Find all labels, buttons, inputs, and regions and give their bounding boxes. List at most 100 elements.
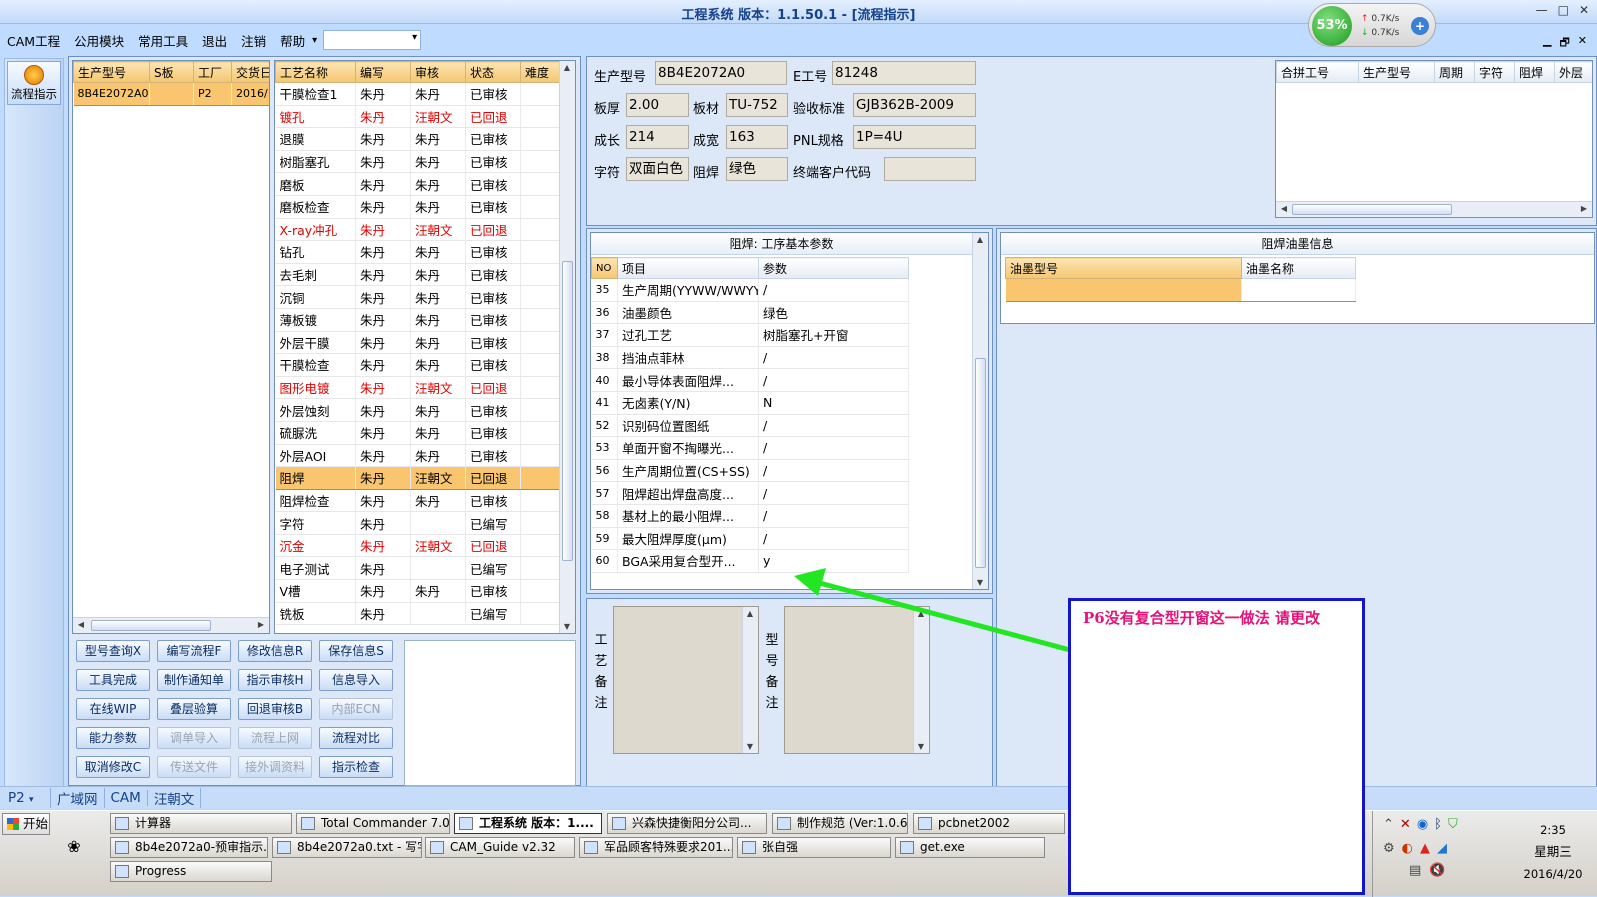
menu-logout[interactable]: 注销: [234, 31, 273, 50]
orders-col-model[interactable]: 生产型号: [73, 61, 150, 83]
menu-public-modules[interactable]: 公用模块: [67, 31, 131, 50]
combined-order-grid[interactable]: 合拼工号 生产型号 周期 字符 阻焊 外层 ◀ ▶: [1275, 60, 1593, 218]
tray-expand-icon[interactable]: ⌃: [1383, 817, 1394, 832]
orders-col-delivery[interactable]: 交货日: [231, 61, 269, 83]
table-row[interactable]: 41 无卤素(Y/N) N: [591, 391, 909, 415]
table-row[interactable]: 退膜 朱丹 朱丹 已审核: [275, 127, 560, 151]
mdi-minimize-button[interactable]: ▁: [1543, 34, 1551, 53]
action-button-12[interactable]: 能力参数: [76, 727, 150, 749]
tray-gear-icon[interactable]: ⚙: [1383, 841, 1395, 856]
tray-app-icon[interactable]: ◐: [1402, 841, 1413, 856]
length-field[interactable]: 214: [626, 125, 689, 149]
taskbar-item[interactable]: 兴森快捷衡阳分公司...: [607, 813, 767, 834]
table-row[interactable]: 40 最小导体表面阻焊... /: [591, 368, 909, 392]
table-row[interactable]: V槽 朱丹 朱丹 已审核: [275, 579, 560, 603]
action-button-4[interactable]: 工具完成: [76, 669, 150, 691]
table-row[interactable]: 外层蚀刻 朱丹 朱丹 已审核: [275, 398, 560, 422]
combined-col-1[interactable]: 生产型号: [1358, 61, 1435, 83]
thickness-field[interactable]: 2.00: [626, 93, 689, 117]
table-row[interactable]: 电子测试 朱丹 已编写: [275, 556, 560, 581]
orders-col-s-board[interactable]: S板: [149, 61, 194, 83]
scroll-down-icon[interactable]: ▼: [560, 622, 574, 631]
taskbar-item[interactable]: Total Commander 7.0 ...: [296, 813, 450, 834]
process-grid[interactable]: 工艺名称 编写 审核 状态 难度 干膜检查1 朱丹 朱丹 已审核 镀孔 朱丹 汪朝文 已回退退…: [274, 60, 576, 634]
tray-alert-icon[interactable]: ▲: [1420, 841, 1430, 856]
action-button-13[interactable]: 调单导入: [157, 727, 231, 749]
mdi-restore-button[interactable]: 🗗: [1559, 34, 1569, 53]
table-row[interactable]: 磨板检查 朱丹 朱丹 已审核: [275, 195, 560, 219]
maximize-button[interactable]: □: [1558, 3, 1569, 17]
action-button-2[interactable]: 修改信息R: [238, 640, 312, 662]
taskbar-item[interactable]: 工程系统 版本：1....: [454, 813, 602, 834]
table-row[interactable]: 56 生产周期位置(CS+SS) /: [591, 459, 909, 483]
acceptance-std-field[interactable]: GJB362B-2009: [853, 93, 976, 117]
taskbar-item[interactable]: 计算器: [110, 813, 292, 834]
table-row[interactable]: 37 过孔工艺 树脂塞孔+开窗: [591, 323, 909, 347]
table-row[interactable]: 树脂塞孔 朱丹 朱丹 已审核: [275, 150, 560, 174]
silkscreen-field[interactable]: 双面白色: [626, 157, 689, 181]
chevron-down-icon[interactable]: ▾: [29, 795, 34, 805]
ink-panel[interactable]: 阻焊油墨信息 油墨型号 油墨名称: [1000, 232, 1595, 324]
table-row[interactable]: 沉金 朱丹 汪朝文 已回退: [275, 534, 560, 558]
combined-col-5[interactable]: 外层: [1554, 61, 1592, 83]
scroll-right-icon[interactable]: ▶: [1577, 204, 1591, 213]
table-row[interactable]: 8B4E2072A0 P2 2016/: [73, 82, 269, 106]
action-button-14[interactable]: 流程上网: [238, 727, 312, 749]
table-row[interactable]: 干膜检查 朱丹 朱丹 已审核: [275, 353, 560, 377]
params-panel[interactable]: 阻焊: 工序基本参数 NO 项目 参数 35 生产周期(YYWW/WWYY)/36…: [590, 232, 989, 590]
tray-printer-icon[interactable]: ▤: [1409, 863, 1421, 878]
mdi-close-button[interactable]: ✕: [1578, 34, 1587, 53]
scroll-up-icon[interactable]: ▲: [743, 609, 757, 618]
tab-user[interactable]: 汪朝文: [148, 787, 202, 808]
ink-col-name[interactable]: 油墨名称: [1241, 257, 1356, 279]
action-button-0[interactable]: 型号查询X: [76, 640, 150, 662]
orders-grid[interactable]: 生产型号 S板 工厂 交货日 8B4E2072A0 P2 2016/ ◀ ▶: [72, 60, 270, 634]
action-button-15[interactable]: 流程对比: [319, 727, 393, 749]
params-vscroll-thumb[interactable]: [975, 358, 986, 568]
combined-col-0[interactable]: 合拼工号: [1276, 61, 1359, 83]
process-col-status[interactable]: 状态: [465, 61, 521, 83]
material-field[interactable]: TU-752: [726, 93, 788, 117]
tray-network-icon[interactable]: ◉: [1417, 817, 1428, 832]
table-row[interactable]: 外层AOI 朱丹 朱丹 已审核: [275, 444, 560, 468]
combined-hscroll-thumb[interactable]: [1292, 204, 1452, 215]
action-button-3[interactable]: 保存信息S: [319, 640, 393, 662]
scroll-up-icon[interactable]: ▲: [973, 235, 987, 244]
combined-col-3[interactable]: 字符: [1474, 61, 1515, 83]
table-row[interactable]: 阻焊检查 朱丹 朱丹 已审核: [275, 489, 560, 513]
taskbar-item[interactable]: Progress: [110, 861, 272, 882]
tab-wan[interactable]: 广域网: [50, 787, 105, 808]
orders-col-factory[interactable]: 工厂: [193, 61, 232, 83]
ink-col-model[interactable]: 油墨型号: [1005, 257, 1242, 279]
taskbar-item[interactable]: 军品顾客特殊要求201...: [579, 837, 733, 858]
e-number-field[interactable]: 81248: [832, 61, 976, 85]
customer-code-field[interactable]: [884, 157, 976, 181]
scroll-left-icon[interactable]: ◀: [1277, 204, 1291, 213]
action-button-5[interactable]: 制作通知单: [157, 669, 231, 691]
process-col-difficulty[interactable]: 难度: [520, 61, 560, 83]
combined-col-4[interactable]: 阻焊: [1514, 61, 1555, 83]
menu-cam[interactable]: CAM工程: [0, 31, 67, 50]
scroll-down-icon[interactable]: ▼: [914, 742, 928, 751]
combined-hscrollbar[interactable]: ◀ ▶: [1276, 201, 1592, 217]
process-vscrollbar[interactable]: ▲ ▼: [559, 61, 575, 633]
table-row[interactable]: X-ray冲孔 朱丹 汪朝文 已回退: [275, 218, 560, 242]
table-row[interactable]: 53 单面开窗不掏曝光... /: [591, 436, 909, 460]
action-button-19[interactable]: 指示检查: [319, 756, 393, 778]
table-row[interactable]: 字符 朱丹 已编写: [275, 511, 560, 535]
taskbar-item[interactable]: pcbnet2002: [913, 813, 1065, 834]
soldermask-field[interactable]: 绿色: [726, 157, 788, 181]
taskbar-item[interactable]: 张自强: [737, 837, 891, 858]
flow-indicator-button[interactable]: 流程指示: [7, 61, 61, 105]
table-row[interactable]: 硫脲洗 朱丹 朱丹 已审核: [275, 421, 560, 445]
table-row[interactable]: 去毛刺 朱丹 朱丹 已审核: [275, 263, 560, 287]
table-row[interactable]: 38 挡油点菲林 /: [591, 346, 909, 370]
minimize-button[interactable]: —: [1536, 3, 1548, 17]
tray-chart-icon[interactable]: ◢: [1437, 841, 1447, 856]
chevron-down-icon[interactable]: ▾: [312, 35, 317, 46]
menu-exit[interactable]: 退出: [195, 31, 234, 50]
params-col-value[interactable]: 参数: [758, 257, 909, 279]
process-col-writer[interactable]: 编写: [355, 61, 411, 83]
params-col-item[interactable]: 项目: [617, 257, 759, 279]
taskbar-item[interactable]: CAM_Guide v2.32: [425, 837, 575, 858]
